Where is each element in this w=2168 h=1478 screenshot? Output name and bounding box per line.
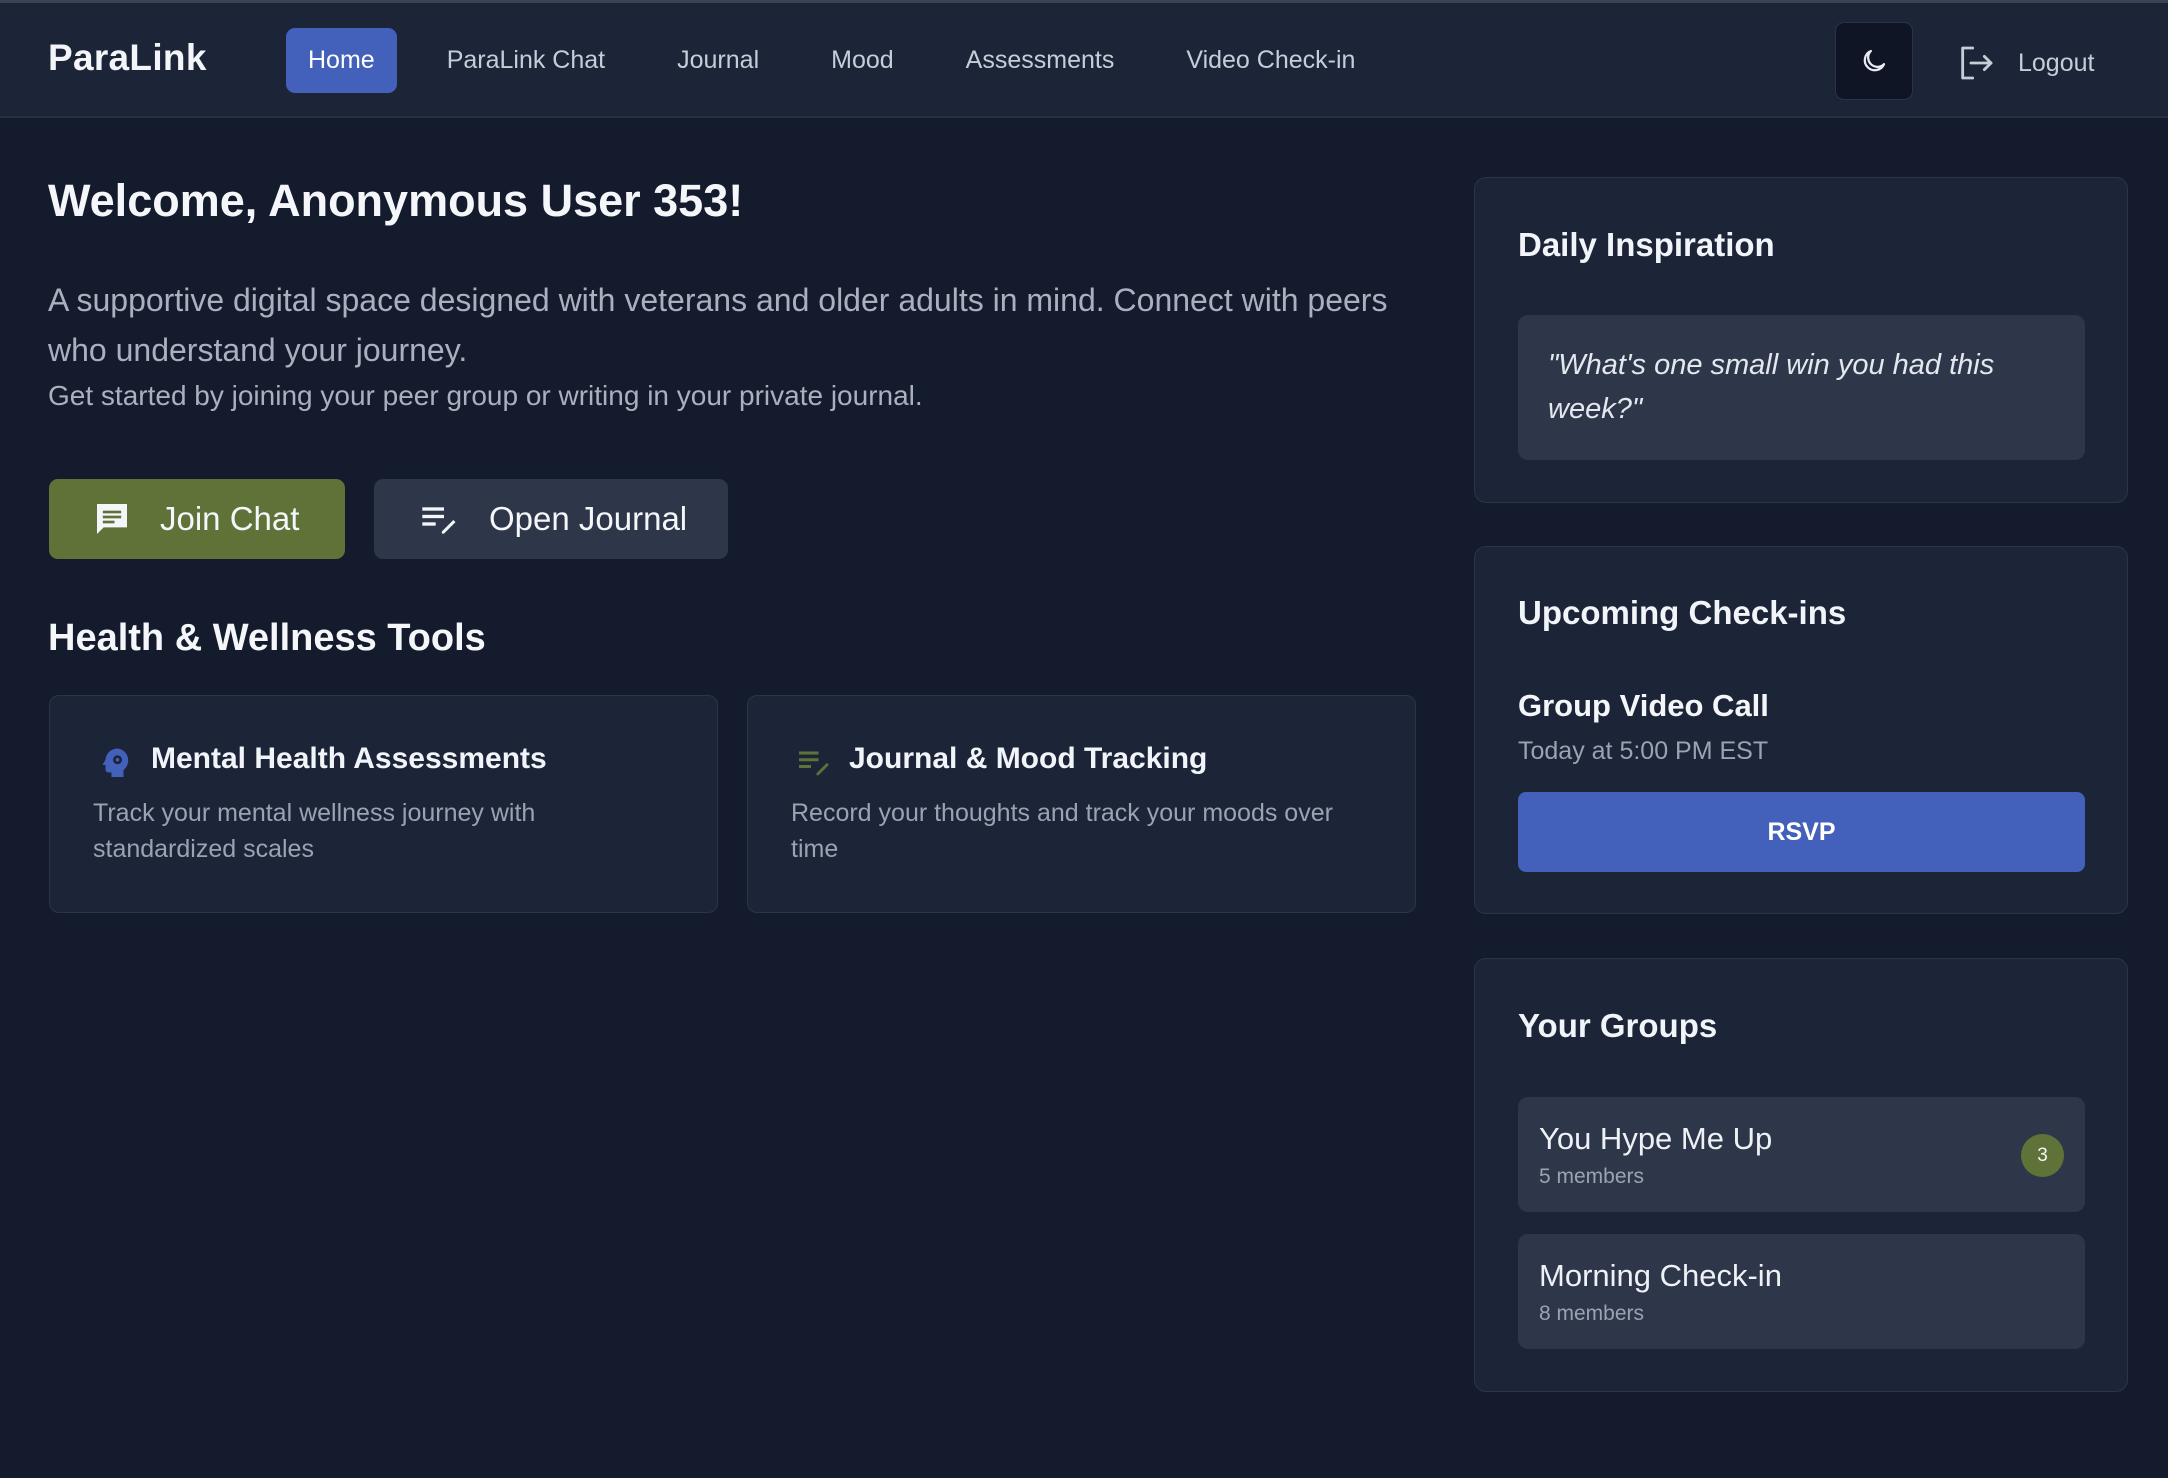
tool-title: Journal & Mood Tracking [849, 742, 1208, 775]
moon-icon [1863, 49, 1886, 72]
tab-assessments[interactable]: Assessments [944, 28, 1137, 93]
edit-note-icon [422, 507, 456, 534]
group-item-morning-check-in[interactable]: Morning Check-in 8 members [1518, 1234, 2085, 1349]
tool-description: Record your thoughts and track your mood… [791, 799, 1333, 863]
logout-icon [1961, 46, 1993, 80]
join-chat-label: Join Chat [160, 500, 300, 537]
group-name: You Hype Me Up [1539, 1121, 1773, 1156]
logout-button[interactable]: Logout [1956, 38, 2094, 88]
event-time: Today at 5:00 PM EST [1518, 737, 1769, 765]
group-member-count: 5 members [1539, 1165, 1645, 1188]
join-chat-button[interactable]: Join Chat [49, 479, 345, 559]
tab-mood[interactable]: Mood [809, 28, 916, 93]
tab-home[interactable]: Home [286, 28, 397, 93]
event-title: Group Video Call [1518, 688, 1769, 723]
group-member-count: 8 members [1539, 1302, 1645, 1325]
daily-inspiration-card: Daily Inspiration "What's one small win … [1474, 177, 2128, 503]
welcome-heading: Welcome, Anonymous User 353! [48, 175, 744, 226]
open-journal-button[interactable]: Open Journal [374, 479, 728, 559]
chat-icon [97, 504, 127, 534]
tool-description: Track your mental wellness journey with … [93, 799, 536, 863]
tool-title: Mental Health Assessments [151, 742, 547, 775]
group-item-you-hype-me-up[interactable]: You Hype Me Up 5 members 3 [1518, 1097, 2085, 1212]
intro-text: A supportive digital space designed with… [48, 282, 1388, 368]
theme-toggle-button[interactable] [1835, 22, 1913, 100]
tool-card-assessments[interactable]: Mental Health Assessments Track your men… [49, 695, 718, 913]
edit-note-icon [799, 751, 829, 776]
open-journal-label: Open Journal [489, 500, 688, 537]
unread-badge: 3 [2021, 1134, 2064, 1177]
your-groups-card: Your Groups You Hype Me Up 5 members 3 M… [1474, 958, 2128, 1392]
tools-section-title: Health & Wellness Tools [48, 617, 486, 659]
your-groups-title: Your Groups [1518, 1007, 1718, 1044]
daily-inspiration-title: Daily Inspiration [1518, 226, 1775, 263]
psychology-icon [102, 748, 129, 777]
top-navbar: ParaLink Home ParaLink Chat Journal Mood… [0, 3, 2168, 118]
upcoming-checkins-card: Upcoming Check-ins Group Video Call Toda… [1474, 546, 2128, 914]
inspiration-quote: "What's one small win you had this week?… [1518, 315, 2085, 460]
logout-label: Logout [2018, 48, 2095, 77]
brand-logo[interactable]: ParaLink [48, 37, 207, 79]
rsvp-button[interactable]: RSVP [1518, 792, 2085, 872]
tab-video-check-in[interactable]: Video Check-in [1164, 28, 1377, 93]
tab-journal[interactable]: Journal [655, 28, 781, 93]
group-name: Morning Check-in [1539, 1258, 1782, 1293]
tool-card-journal-mood[interactable]: Journal & Mood Tracking Record your thou… [747, 695, 1416, 913]
upcoming-checkins-title: Upcoming Check-ins [1518, 594, 1847, 631]
intro-subtext: Get started by joining your peer group o… [48, 380, 923, 411]
nav-tabs: Home ParaLink Chat Journal Mood Assessme… [286, 28, 1377, 93]
tab-paralink-chat[interactable]: ParaLink Chat [425, 28, 627, 93]
